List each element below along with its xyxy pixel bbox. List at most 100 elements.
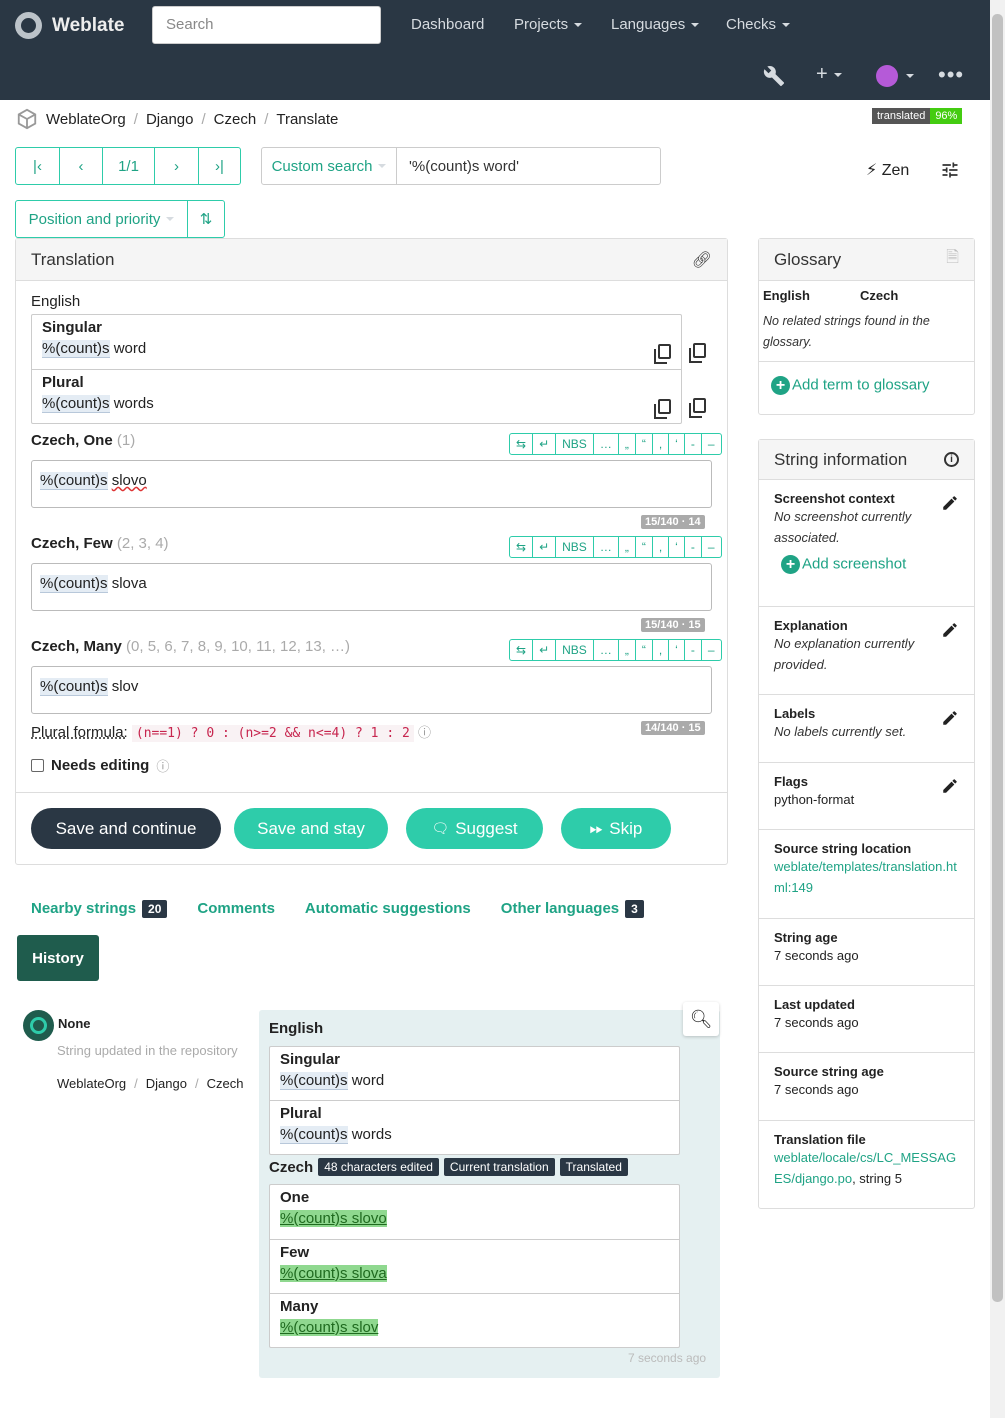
tool-newline[interactable]: ↵	[533, 537, 557, 557]
nav-languages[interactable]: Languages	[611, 16, 699, 33]
tool-nbsp[interactable]: NBS	[556, 434, 594, 454]
pencil-icon[interactable]	[941, 777, 959, 795]
placeholder[interactable]: %(count)s	[42, 395, 110, 413]
settings-sliders-icon[interactable]	[940, 160, 960, 180]
wrench-icon[interactable]	[763, 65, 785, 87]
status-badge[interactable]: translated 96%	[872, 108, 963, 124]
nav-checks-label: Checks	[726, 16, 777, 33]
nav-projects[interactable]: Projects	[514, 16, 582, 33]
glossary-search-icon[interactable]: 🗎︎	[946, 246, 959, 273]
save-continue-button[interactable]: Save and continue	[31, 808, 221, 849]
nav-dashboard[interactable]: Dashboard	[411, 16, 484, 33]
info-icon[interactable]: ⓘ	[418, 725, 431, 740]
copy-icon[interactable]	[654, 344, 671, 364]
pencil-icon[interactable]	[941, 494, 959, 512]
previous-button[interactable]: ‹	[60, 148, 103, 184]
placeholder[interactable]: %(count)s	[42, 340, 110, 358]
sort-dropdown[interactable]: Position and priority	[16, 201, 188, 237]
add-term-button[interactable]: + Add term to glossary	[759, 362, 974, 409]
search-query-input[interactable]: '%(count)s word'	[397, 148, 660, 184]
tool-quote-high[interactable]: “	[636, 434, 653, 454]
tool-newline[interactable]: ↵	[533, 434, 557, 454]
tool-apostrophe[interactable]: ‘	[669, 434, 685, 454]
tab-comments[interactable]: Comments	[197, 900, 275, 917]
suggest-button[interactable]: 🗨︎ Suggest	[406, 808, 543, 849]
tool-apostrophe[interactable]: ‘	[669, 640, 685, 660]
sort-ascending-icon: ⇅	[199, 211, 213, 228]
tool-quote-low[interactable]: „	[619, 434, 636, 454]
pencil-icon[interactable]	[941, 709, 959, 727]
sort-label: Position and priority	[28, 210, 161, 228]
avatar-icon[interactable]	[876, 65, 898, 87]
source-location-link[interactable]: weblate/templates/translation.html:149	[774, 856, 960, 898]
tool-comma[interactable]: ,	[653, 537, 670, 557]
tool-rtl[interactable]: ⇆	[510, 640, 534, 660]
nav-checks[interactable]: Checks	[726, 16, 790, 33]
tool-quote-low[interactable]: „	[619, 537, 636, 557]
clone-to-translation-icon[interactable]	[689, 398, 706, 418]
history-user[interactable]: None	[58, 1016, 91, 1031]
next-button[interactable]: ›	[155, 148, 199, 184]
zoom-icon[interactable]: 🔍︎	[683, 1002, 719, 1036]
tab-other-languages[interactable]: Other languages 3	[501, 900, 644, 918]
translation-textarea-few[interactable]: %(count)s slova	[31, 563, 712, 611]
tab-automatic-suggestions[interactable]: Automatic suggestions	[305, 900, 471, 917]
clone-to-translation-icon[interactable]	[689, 343, 706, 363]
copy-icon[interactable]	[654, 399, 671, 419]
tool-ellipsis[interactable]: …	[594, 537, 619, 557]
needs-editing-label[interactable]: Needs editing	[51, 757, 149, 774]
tool-quote-high[interactable]: “	[636, 640, 653, 660]
tool-quote-high[interactable]: “	[636, 537, 653, 557]
tool-hyphen[interactable]: -	[685, 537, 702, 557]
scrollbar-thumb[interactable]	[992, 14, 1003, 1302]
tool-dash[interactable]: –	[702, 434, 721, 454]
sort-direction-button[interactable]: ⇅	[188, 201, 224, 237]
tool-ellipsis[interactable]: …	[594, 434, 619, 454]
tab-nearby-strings[interactable]: Nearby strings 20	[31, 900, 168, 918]
crumb-component[interactable]: Django	[146, 1076, 187, 1091]
crumb-language[interactable]: Czech	[214, 111, 257, 128]
plus-icon[interactable]: +	[816, 63, 842, 86]
zen-button[interactable]: ⚡ Zen	[866, 160, 909, 180]
more-icon[interactable]: •••	[938, 62, 964, 88]
translation-textarea-many[interactable]: %(count)s slov	[31, 666, 712, 714]
search-input[interactable]: Search	[152, 6, 381, 44]
info-icon[interactable]: i	[944, 452, 959, 467]
needs-editing-checkbox[interactable]	[31, 759, 44, 772]
tool-rtl[interactable]: ⇆	[510, 537, 534, 557]
first-button[interactable]: |‹	[16, 148, 60, 184]
info-icon[interactable]: ⓘ	[156, 756, 169, 775]
tool-nbsp[interactable]: NBS	[556, 640, 594, 660]
tab-history[interactable]: History	[17, 935, 99, 981]
tool-comma[interactable]: ,	[653, 640, 670, 660]
tool-comma[interactable]: ,	[653, 434, 670, 454]
brand[interactable]: Weblate	[15, 12, 125, 39]
tool-dash[interactable]: –	[702, 640, 721, 660]
crumb-project[interactable]: WeblateOrg	[57, 1076, 126, 1091]
tool-quote-low[interactable]: „	[619, 640, 636, 660]
link-icon[interactable]: 🔗︎	[692, 250, 712, 270]
tool-nbsp[interactable]: NBS	[556, 537, 594, 557]
crumb-language[interactable]: Czech	[207, 1076, 244, 1091]
tool-hyphen[interactable]: -	[685, 434, 702, 454]
tool-ellipsis[interactable]: …	[594, 640, 619, 660]
search-mode-dropdown[interactable]: Custom search	[262, 148, 397, 184]
tool-dash[interactable]: –	[702, 537, 721, 557]
crumb-component[interactable]: Django	[146, 111, 194, 128]
crumb-project[interactable]: WeblateOrg	[46, 111, 126, 128]
pencil-icon[interactable]	[941, 621, 959, 639]
translation-textarea-one[interactable]: %(count)s slovo	[31, 460, 712, 508]
save-stay-button[interactable]: Save and stay	[234, 808, 388, 849]
tool-newline[interactable]: ↵	[533, 640, 557, 660]
flags-title: Flags	[774, 774, 808, 789]
placeholder: %(count)s	[40, 472, 108, 490]
translation-heading: Translation	[31, 249, 115, 269]
last-button[interactable]: ›|	[199, 148, 240, 184]
tool-rtl[interactable]: ⇆	[510, 434, 534, 454]
avatar-caret-icon[interactable]	[900, 67, 912, 83]
last-icon: ›|	[215, 157, 224, 175]
skip-button[interactable]: ⏩︎ Skip	[561, 808, 671, 849]
add-screenshot-button[interactable]: + Add screenshot	[781, 555, 960, 574]
tool-apostrophe[interactable]: ‘	[669, 537, 685, 557]
tool-hyphen[interactable]: -	[685, 640, 702, 660]
